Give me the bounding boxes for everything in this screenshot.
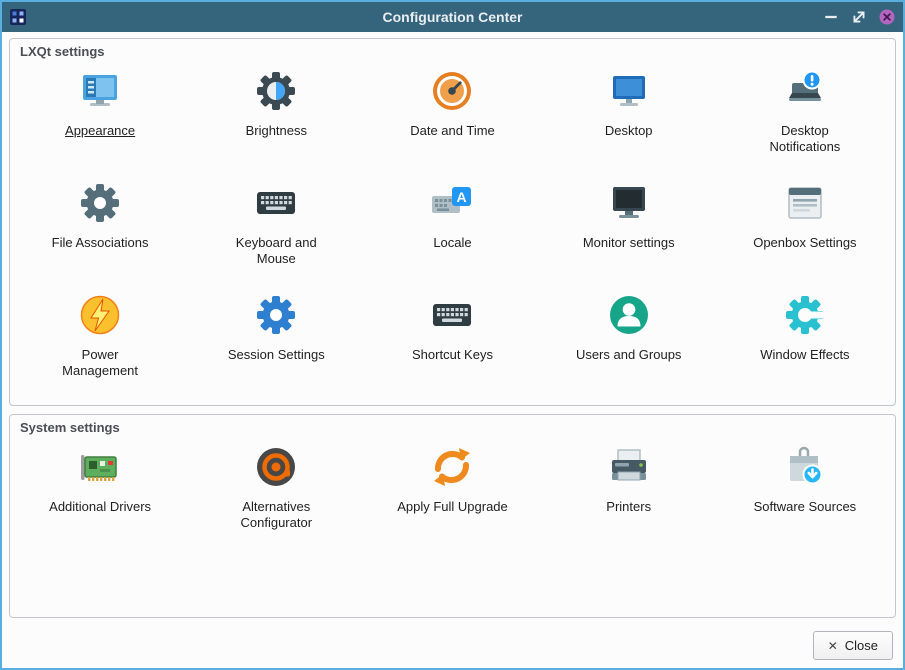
window-title: Configuration Center	[2, 9, 903, 25]
close-button-label: Close	[845, 638, 878, 653]
launcher-label: Printers	[606, 499, 651, 515]
group-title: LXQt settings	[20, 44, 105, 59]
launcher-label: Shortcut Keys	[412, 347, 493, 363]
content-area: LXQt settings Appearance Brightness Date an…	[2, 32, 903, 668]
svg-text:A: A	[457, 189, 467, 205]
session-settings-icon	[252, 291, 300, 339]
openbox-settings-icon	[781, 179, 829, 227]
launcher-shortcut-keys[interactable]: Shortcut Keys	[364, 287, 540, 399]
launcher-label: Users and Groups	[576, 347, 682, 363]
apply-full-upgrade-icon	[428, 443, 476, 491]
launcher-label: Monitor settings	[583, 235, 675, 251]
group-system-settings: System settings Additional Drivers Alterna…	[9, 414, 896, 618]
launcher-desktop-notifications[interactable]: Desktop Notifications	[717, 63, 893, 175]
launcher-brightness[interactable]: Brightness	[188, 63, 364, 175]
launcher-label: Locale	[433, 235, 471, 251]
launcher-grid: Appearance Brightness Date and Time Desktop…	[12, 63, 893, 399]
users-groups-icon	[605, 291, 653, 339]
launcher-label: Additional Drivers	[49, 499, 151, 515]
launcher-label: Power Management	[42, 347, 158, 379]
launcher-label: Keyboard and Mouse	[218, 235, 334, 267]
launcher-label: File Associations	[52, 235, 149, 251]
launcher-grid: Additional Drivers Alternatives Configura…	[12, 439, 893, 551]
titlebar[interactable]: Configuration Center	[2, 2, 903, 32]
launcher-desktop[interactable]: Desktop	[541, 63, 717, 175]
launcher-window-effects[interactable]: Window Effects	[717, 287, 893, 399]
desktop-icon	[605, 67, 653, 115]
launcher-additional-drivers[interactable]: Additional Drivers	[12, 439, 188, 551]
date-time-icon	[428, 67, 476, 115]
launcher-label: Apply Full Upgrade	[397, 499, 508, 515]
file-associations-icon	[76, 179, 124, 227]
launcher-locale[interactable]: A Locale	[364, 175, 540, 287]
launcher-label: Brightness	[246, 123, 307, 139]
footer: ✕ Close	[9, 626, 896, 660]
launcher-label: Date and Time	[410, 123, 495, 139]
appearance-icon	[76, 67, 124, 115]
launcher-label: Desktop Notifications	[747, 123, 863, 155]
alternatives-configurator-icon	[252, 443, 300, 491]
launcher-apply-full-upgrade[interactable]: Apply Full Upgrade	[364, 439, 540, 551]
app-icon	[10, 9, 26, 25]
software-sources-icon	[781, 443, 829, 491]
launcher-printers[interactable]: Printers	[541, 439, 717, 551]
launcher-label: Software Sources	[754, 499, 857, 515]
window-effects-icon	[781, 291, 829, 339]
shortcut-keys-icon	[428, 291, 476, 339]
window-controls	[823, 9, 895, 25]
launcher-alternatives-configurator[interactable]: Alternatives Configurator	[188, 439, 364, 551]
close-button[interactable]: ✕ Close	[813, 631, 893, 660]
launcher-label: Alternatives Configurator	[218, 499, 334, 531]
launcher-label: Window Effects	[760, 347, 849, 363]
launcher-file-associations[interactable]: File Associations	[12, 175, 188, 287]
launcher-keyboard-and-mouse[interactable]: Keyboard and Mouse	[188, 175, 364, 287]
launcher-openbox-settings[interactable]: Openbox Settings	[717, 175, 893, 287]
monitor-settings-icon	[605, 179, 653, 227]
launcher-label: Openbox Settings	[753, 235, 856, 251]
brightness-icon	[252, 67, 300, 115]
launcher-label: Appearance	[65, 123, 135, 139]
printers-icon	[605, 443, 653, 491]
launcher-session-settings[interactable]: Session Settings	[188, 287, 364, 399]
additional-drivers-icon	[76, 443, 124, 491]
launcher-date-and-time[interactable]: Date and Time	[364, 63, 540, 175]
close-icon: ✕	[828, 639, 838, 653]
group-lxqt-settings: LXQt settings Appearance Brightness Date an…	[9, 38, 896, 406]
restore-icon[interactable]	[851, 9, 867, 25]
locale-icon: A	[428, 179, 476, 227]
launcher-users-and-groups[interactable]: Users and Groups	[541, 287, 717, 399]
keyboard-mouse-icon	[252, 179, 300, 227]
launcher-monitor-settings[interactable]: Monitor settings	[541, 175, 717, 287]
close-window-icon[interactable]	[879, 9, 895, 25]
launcher-appearance[interactable]: Appearance	[12, 63, 188, 175]
minimize-icon[interactable]	[823, 9, 839, 25]
launcher-power-management[interactable]: Power Management	[12, 287, 188, 399]
launcher-software-sources[interactable]: Software Sources	[717, 439, 893, 551]
configuration-center-window: Configuration Center LXQt settings Appear…	[0, 0, 905, 670]
launcher-label: Session Settings	[228, 347, 325, 363]
power-management-icon	[76, 291, 124, 339]
desktop-notifications-icon	[781, 67, 829, 115]
group-title: System settings	[20, 420, 120, 435]
launcher-label: Desktop	[605, 123, 653, 139]
